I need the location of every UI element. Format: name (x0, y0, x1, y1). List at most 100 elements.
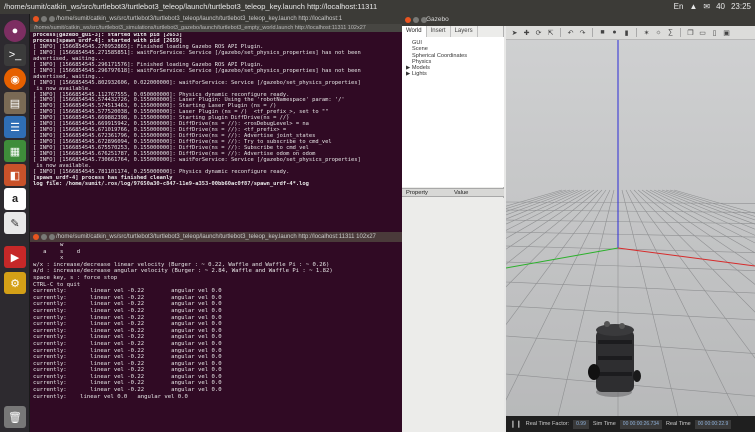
terminal-line: currently: linear vel -0.22 angular vel … (33, 288, 222, 295)
terminal-line: currently: linear vel -0.22 angular vel … (33, 301, 222, 308)
window-title: /home/sumit/catkin_ws/src/turtlebot3/tur… (4, 2, 378, 11)
scene-render (506, 40, 755, 416)
terminal-icon[interactable]: >_ (4, 44, 26, 66)
terminal-line: CTRL-C to quit (33, 281, 81, 288)
terminal-titlebar[interactable]: /home/sumit/catkin_ws/src/turtlebot3/tur… (30, 14, 402, 24)
toolbar-divider (680, 28, 681, 37)
maximize-icon[interactable] (49, 234, 55, 240)
amazon-icon[interactable]: a (4, 188, 26, 210)
gazebo-titlebar[interactable]: Gazebo (402, 14, 755, 26)
terminal-line: x (33, 255, 64, 262)
tree-item-lights[interactable]: ▶ Lights (406, 71, 500, 77)
value-column-header: Value (454, 190, 469, 196)
point-light-icon[interactable]: ✶ (642, 28, 651, 37)
terminal-output[interactable]: process[gazebo_gui-3]: started with pid … (33, 33, 400, 230)
sim-time-value: 00 00:00:26.734 (619, 419, 662, 429)
properties-panel (402, 198, 504, 432)
gazebo-title: Gazebo (426, 16, 449, 23)
close-icon[interactable] (33, 234, 39, 240)
spot-light-icon[interactable]: ☼ (654, 28, 663, 37)
terminal-line: currently: linear vel -0.22 angular vel … (33, 307, 222, 314)
trash-icon[interactable]: 🗑 (4, 406, 26, 428)
terminal-line: currently: linear vel -0.22 angular vel … (33, 294, 222, 301)
toolbar-divider (560, 28, 561, 37)
video-icon[interactable]: ▶ (4, 246, 26, 268)
terminal-title: /home/sumit/catkin_ws/src/turtlebot3/tur… (56, 16, 343, 22)
rtf-label: Real Time Factor: (525, 421, 570, 427)
directional-light-icon[interactable]: ∑ (666, 28, 675, 37)
settings-icon[interactable]: ⚙ (4, 272, 26, 294)
cylinder-shape-icon[interactable]: ▮ (622, 28, 631, 37)
properties-header: Property Value (402, 188, 504, 197)
terminal-window-gazebo-launch[interactable]: /home/sumit/catkin_ws/src/turtlebot3/tur… (30, 14, 402, 232)
terminal-tab[interactable]: /home/sumit/catkin_ws/src/turtlebot3_sim… (30, 24, 402, 32)
network-icon[interactable]: ▲ (689, 0, 697, 14)
text-editor-icon[interactable]: ✎ (4, 212, 26, 234)
redo-icon[interactable]: ↷ (578, 28, 587, 37)
terminal-window-teleop[interactable]: /home/sumit/catkin_ws/src/turtlebot3/tur… (30, 232, 402, 432)
minimize-icon[interactable] (413, 17, 419, 23)
terminal-line: a s d (33, 248, 81, 255)
box-shape-icon[interactable]: ■ (598, 28, 607, 37)
firefox-icon[interactable]: ◉ (4, 68, 26, 90)
gazebo-3d-viewport[interactable] (506, 40, 755, 416)
terminal-output[interactable]: w a s d x w/x : increase/decrease linear … (33, 242, 400, 432)
files-icon[interactable]: ▤ (4, 92, 26, 114)
terminal-line: currently: linear vel -0.22 angular vel … (33, 387, 222, 394)
screenshot-icon[interactable]: ▣ (722, 28, 731, 37)
rotate-mode-icon[interactable]: ⟳ (534, 28, 543, 37)
toolbar-divider (636, 28, 637, 37)
terminal-line: currently: linear vel -0.22 angular vel … (33, 373, 222, 380)
terminal-line: currently: linear vel -0.22 angular vel … (33, 367, 222, 374)
keyboard-layout-indicator[interactable]: En (674, 0, 684, 14)
paste-icon[interactable]: ▭ (698, 28, 707, 37)
maximize-icon[interactable] (49, 16, 55, 22)
terminal-titlebar[interactable]: /home/sumit/catkin_ws/src/turtlebot3/tur… (30, 232, 402, 242)
terminal-line: log file: /home/sumit/.ros/log/97650a30-… (33, 180, 309, 187)
terminal-line: currently: linear vel -0.22 angular vel … (33, 354, 222, 361)
minimize-icon[interactable] (41, 234, 47, 240)
maximize-icon[interactable] (421, 17, 427, 23)
rtf-value: 0.99 (573, 419, 589, 429)
select-mode-icon[interactable]: ➤ (510, 28, 519, 37)
terminal-line: currently: linear vel 0.0 angular vel 0.… (33, 393, 188, 400)
terminal-line: currently: linear vel -0.22 angular vel … (33, 334, 222, 341)
terminal-line: w/x : increase/decrease linear velocity … (33, 261, 330, 268)
volume-indicator[interactable]: 40 (716, 0, 725, 14)
impress-icon[interactable]: ◧ (4, 164, 26, 186)
toolbar-divider (592, 28, 593, 37)
terminal-line: currently: linear vel -0.22 angular vel … (33, 360, 222, 367)
system-tray: En ▲ ✉ 40 23:25 (674, 0, 751, 14)
align-icon[interactable]: ▯ (710, 28, 719, 37)
gazebo-left-panel: World Insert Layers GUI Scene Spherical … (402, 26, 504, 432)
search-icon[interactable]: ● (4, 20, 26, 42)
pause-icon[interactable]: ❙❙ (510, 420, 522, 428)
tab-insert[interactable]: Insert (427, 26, 451, 37)
close-icon[interactable] (405, 17, 411, 23)
calc-icon[interactable]: ▦ (4, 140, 26, 162)
tab-layers[interactable]: Layers (451, 26, 478, 37)
minimize-icon[interactable] (41, 16, 47, 22)
terminal-title: /home/sumit/catkin_ws/src/turtlebot3/tur… (56, 234, 376, 240)
terminal-line: currently: linear vel -0.22 angular vel … (33, 347, 222, 354)
clock[interactable]: 23:25 (731, 0, 751, 14)
terminal-line: currently: linear vel -0.22 angular vel … (33, 380, 222, 387)
real-time-value: 00 00:00:22.9 (694, 419, 732, 429)
terminal-line: a/d : increase/decrease angular velocity… (33, 268, 333, 275)
gazebo-tabs: World Insert Layers (402, 26, 504, 37)
undo-icon[interactable]: ↶ (566, 28, 575, 37)
close-icon[interactable] (33, 16, 39, 22)
terminal-line: currently: linear vel -0.22 angular vel … (33, 321, 222, 328)
real-time-label: Real Time (665, 421, 691, 427)
sphere-shape-icon[interactable]: ● (610, 28, 619, 37)
translate-mode-icon[interactable]: ✚ (522, 28, 531, 37)
property-column-header: Property (406, 190, 428, 196)
mail-icon[interactable]: ✉ (703, 0, 710, 14)
gazebo-toolbar: ➤ ✚ ⟳ ⇱ ↶ ↷ ■ ● ▮ ✶ ☼ ∑ ❐ ▭ ▯ ▣ (506, 26, 755, 40)
tab-world[interactable]: World (402, 26, 427, 37)
gazebo-window[interactable]: Gazebo World Insert Layers GUI Scene Sph… (402, 14, 755, 432)
terminal-line: currently: linear vel -0.22 angular vel … (33, 327, 222, 334)
scale-mode-icon[interactable]: ⇱ (546, 28, 555, 37)
copy-icon[interactable]: ❐ (686, 28, 695, 37)
writer-icon[interactable]: ☰ (4, 116, 26, 138)
